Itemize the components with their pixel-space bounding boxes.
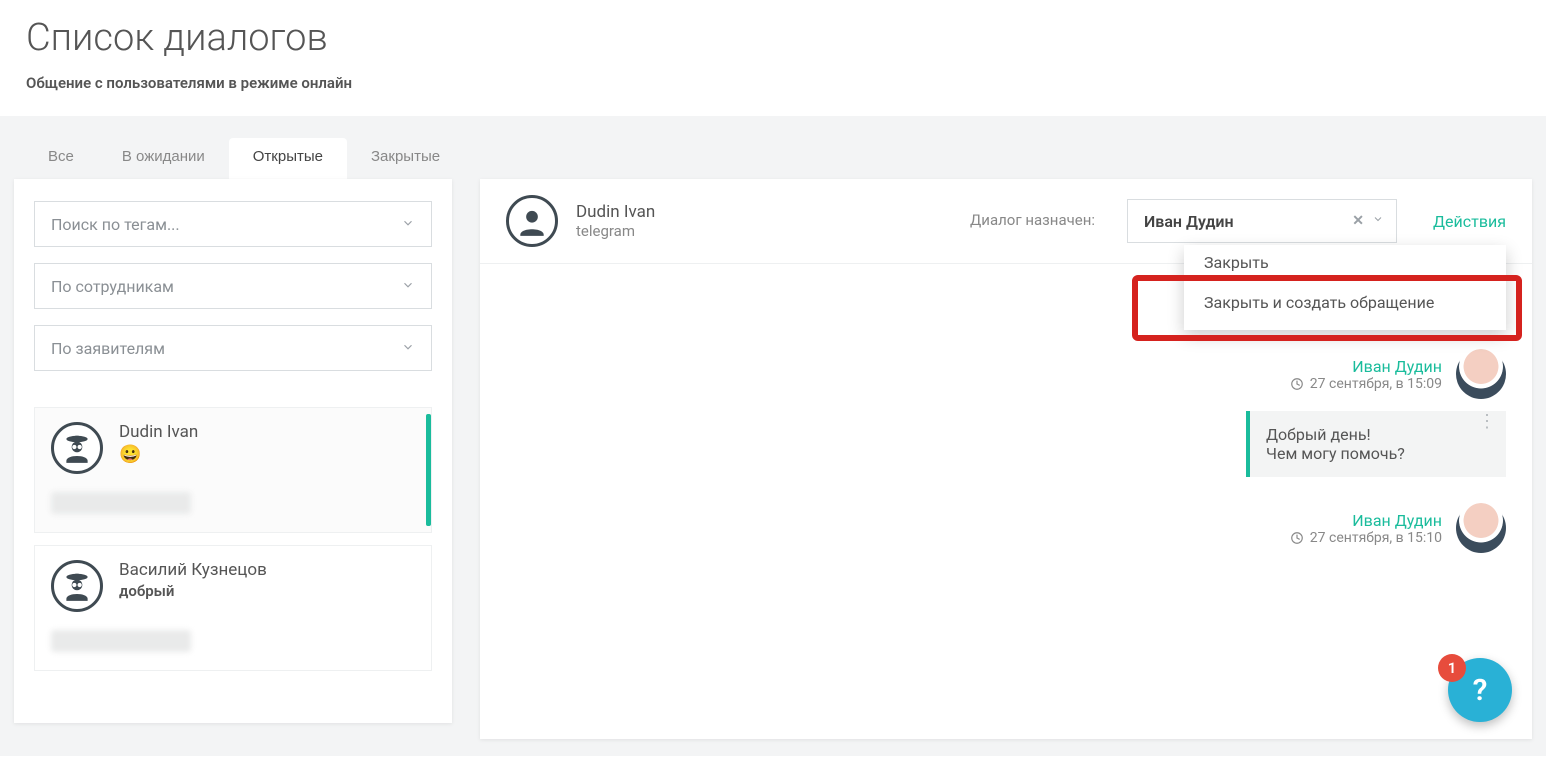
tab-open[interactable]: Открытые bbox=[229, 138, 347, 179]
chevron-down-icon bbox=[401, 339, 415, 358]
chat-panel: Dudin Ivan telegram Диалог назначен: Ива… bbox=[480, 179, 1532, 739]
filter-tags-label: Поиск по тегам... bbox=[51, 215, 180, 234]
more-icon[interactable]: ⋮ bbox=[1478, 419, 1496, 425]
filter-applicants[interactable]: По заявителям bbox=[34, 325, 432, 371]
tab-closed[interactable]: Закрытые bbox=[347, 138, 464, 179]
dropdown-item-close[interactable]: Закрыть bbox=[1184, 249, 1506, 279]
filter-applicants-label: По заявителям bbox=[51, 339, 165, 358]
message-bubble: ⋮ Добрый день! Чем могу помочь? bbox=[1246, 411, 1506, 477]
filter-tags[interactable]: Поиск по тегам... bbox=[34, 201, 432, 247]
message-author: Иван Дудин bbox=[1290, 357, 1442, 376]
blurred-meta bbox=[51, 630, 191, 652]
blurred-meta bbox=[51, 492, 191, 514]
tab-waiting[interactable]: В ожидании bbox=[98, 138, 229, 179]
page-subtitle: Общение с пользователями в режиме онлайн bbox=[26, 74, 1520, 92]
notification-badge: 1 bbox=[1438, 654, 1466, 682]
agent-avatar bbox=[1456, 503, 1506, 553]
dialog-card[interactable]: Василий Кузнецов добрый bbox=[34, 545, 432, 671]
assigned-label: Диалог назначен: bbox=[970, 211, 1095, 231]
dialogs-panel: Поиск по тегам... По сотрудникам По заяв… bbox=[14, 179, 452, 723]
message-line: Добрый день! bbox=[1266, 425, 1488, 444]
clear-icon[interactable]: ✕ bbox=[1352, 213, 1364, 229]
chat-body: Иван Дудин 27 сентября, в 15:09 ⋮ Добрый… bbox=[480, 259, 1532, 739]
dialog-card[interactable]: Dudin Ivan 😀 bbox=[34, 407, 432, 533]
tab-all[interactable]: Все bbox=[24, 138, 98, 179]
assignee-select[interactable]: Иван Дудин ✕ bbox=[1127, 199, 1397, 243]
message: Иван Дудин 27 сентября, в 15:09 ⋮ Добрый… bbox=[540, 349, 1506, 477]
chevron-down-icon bbox=[401, 277, 415, 296]
chevron-down-icon[interactable] bbox=[1372, 213, 1384, 229]
message-time: 27 сентября, в 15:10 bbox=[1290, 530, 1442, 546]
message-time: 27 сентября, в 15:09 bbox=[1290, 376, 1442, 392]
workarea: Все В ожидании Открытые Закрытые Поиск п… bbox=[0, 116, 1546, 756]
assignee-name: Иван Дудин bbox=[1144, 212, 1234, 231]
message-author: Иван Дудин bbox=[1290, 511, 1442, 530]
avatar bbox=[51, 560, 103, 612]
agent-avatar bbox=[1456, 349, 1506, 399]
message-line: Чем могу помочь? bbox=[1266, 444, 1488, 463]
dialog-list: Dudin Ivan 😀 Василий Кузнецов добрый bbox=[34, 407, 432, 671]
dialog-name: Василий Кузнецов bbox=[119, 560, 267, 580]
contact-avatar bbox=[506, 195, 558, 247]
dialog-name: Dudin Ivan bbox=[119, 422, 198, 442]
dialog-preview: 😀 bbox=[119, 444, 198, 465]
actions-link[interactable]: Действия bbox=[1433, 212, 1506, 231]
tabs: Все В ожидании Открытые Закрытые bbox=[14, 116, 1532, 179]
dialog-preview: добрый bbox=[119, 582, 267, 600]
avatar bbox=[51, 422, 103, 474]
message: Иван Дудин 27 сентября, в 15:10 bbox=[540, 503, 1506, 553]
contact-source: telegram bbox=[576, 222, 655, 240]
contact-name: Dudin Ivan bbox=[576, 202, 655, 222]
actions-dropdown: Закрыть Закрыть и создать обращение bbox=[1184, 245, 1506, 330]
filter-staff-label: По сотрудникам bbox=[51, 277, 174, 296]
help-fab[interactable]: 1 ? bbox=[1448, 658, 1512, 722]
help-icon: ? bbox=[1473, 673, 1488, 708]
page-title: Список диалогов bbox=[26, 16, 1520, 60]
clock-icon bbox=[1290, 377, 1304, 391]
clock-icon bbox=[1290, 531, 1304, 545]
dropdown-item-close-create[interactable]: Закрыть и создать обращение bbox=[1184, 279, 1506, 326]
filter-staff[interactable]: По сотрудникам bbox=[34, 263, 432, 309]
chevron-down-icon bbox=[401, 215, 415, 234]
page-header: Список диалогов Общение с пользователями… bbox=[0, 0, 1546, 116]
